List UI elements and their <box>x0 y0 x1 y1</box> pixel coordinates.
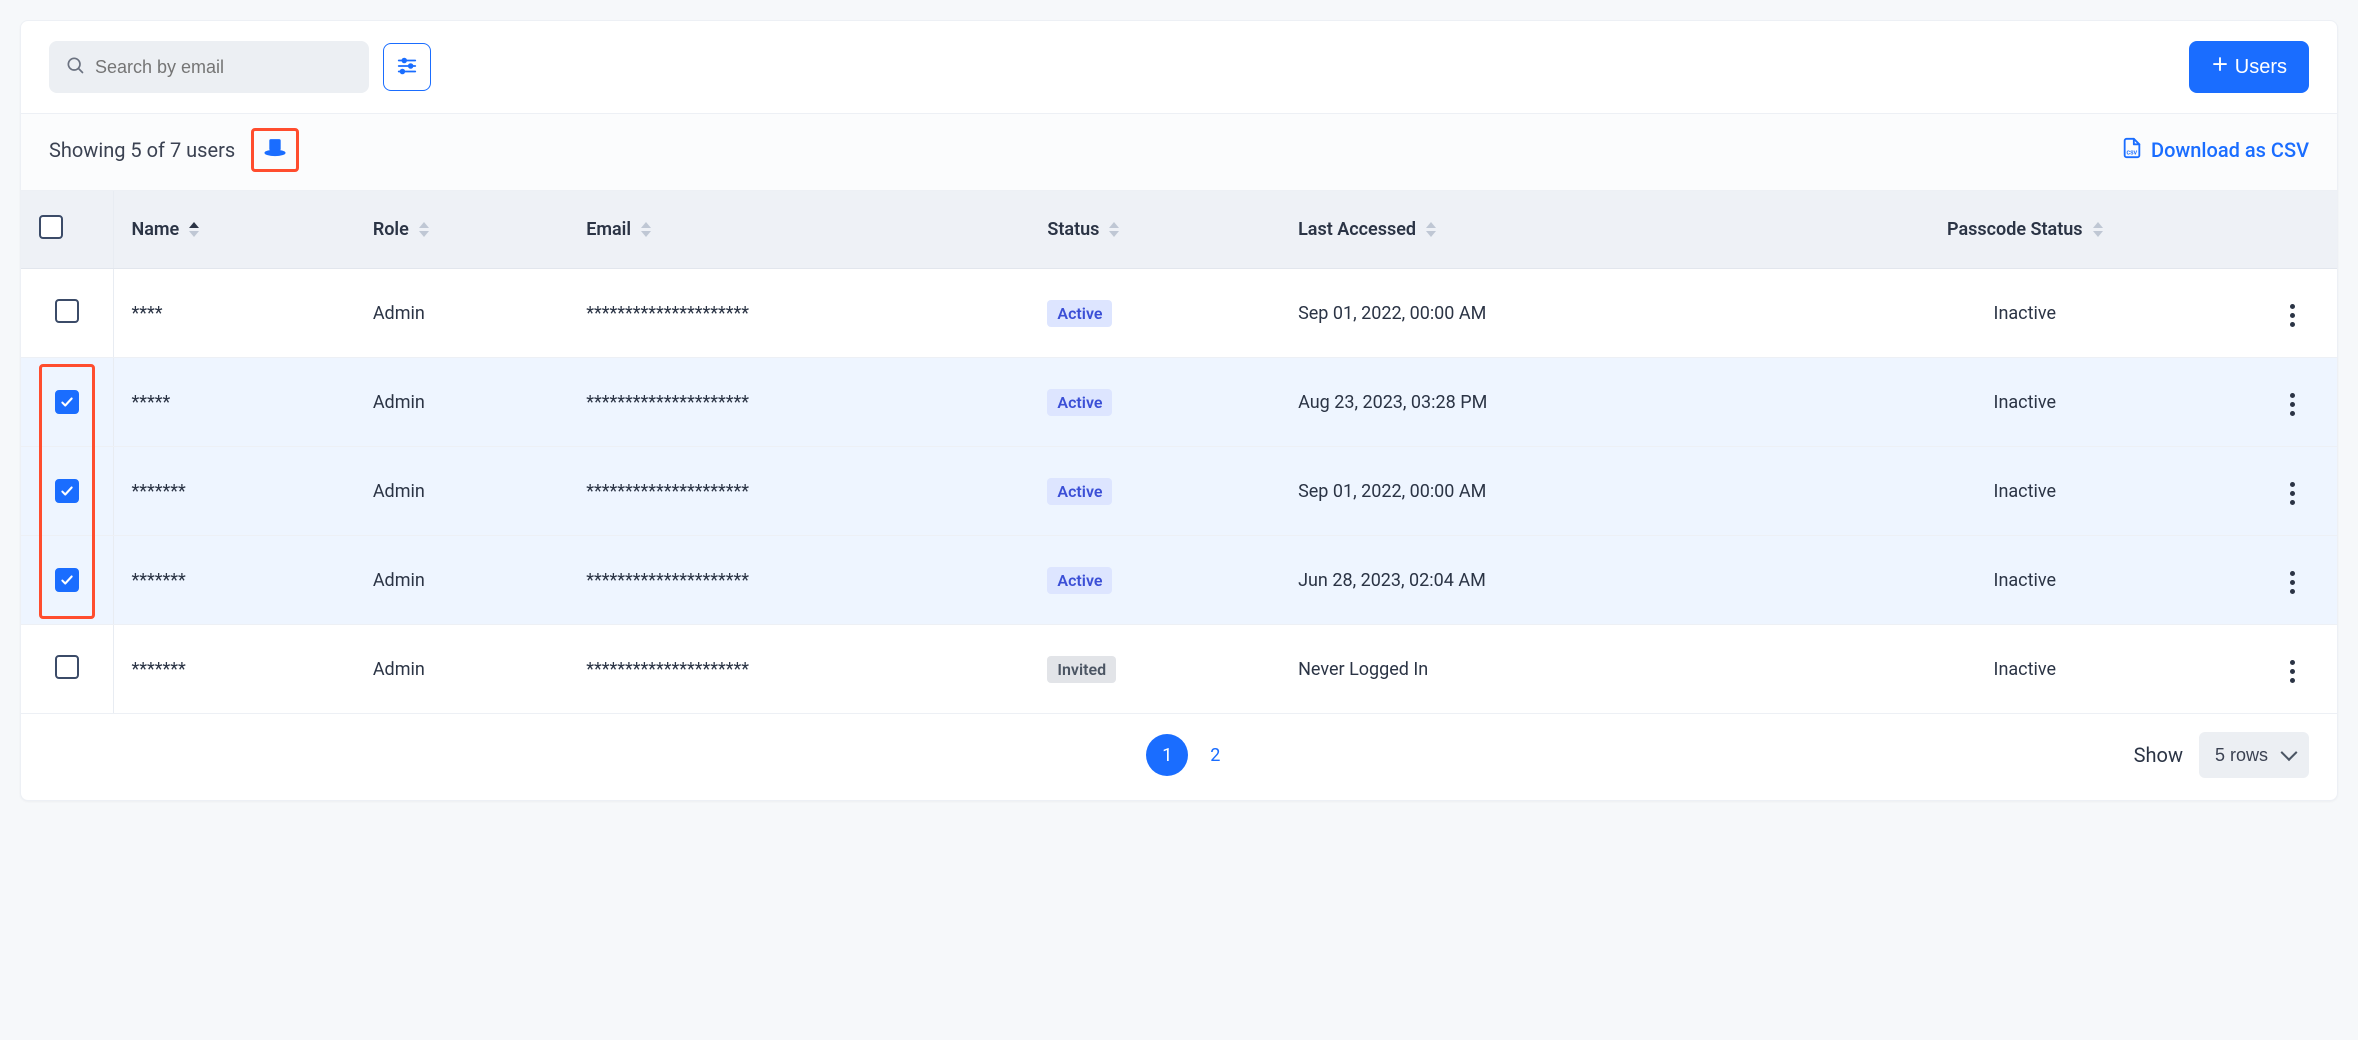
status-badge: Invited <box>1047 656 1116 683</box>
col-header-select <box>21 191 113 269</box>
annotation-box-icon <box>251 128 299 172</box>
row-actions-menu[interactable] <box>2284 565 2301 600</box>
plus-icon <box>2211 55 2229 79</box>
cell-email: ********************* <box>568 269 1029 358</box>
add-user-label: Users <box>2235 56 2287 79</box>
table-row: ****Admin********************* Active Sep … <box>21 269 2337 358</box>
cell-passcode-status: Inactive <box>1803 269 2247 358</box>
pagination: 12 <box>1146 734 1236 776</box>
search-wrap <box>49 41 369 93</box>
toolbar: Users <box>21 21 2337 113</box>
cell-email: ********************* <box>568 358 1029 447</box>
cell-name: ******* <box>113 447 355 536</box>
row-actions-menu[interactable] <box>2284 654 2301 689</box>
top-hat-icon[interactable] <box>262 135 288 165</box>
users-table: Name Role <box>21 191 2337 714</box>
search-input[interactable] <box>95 57 353 78</box>
table-row: *******Admin********************* Invited… <box>21 625 2337 714</box>
cell-email: ********************* <box>568 447 1029 536</box>
sort-icon <box>1426 222 1436 237</box>
table-row: *******Admin********************* Active S… <box>21 447 2337 536</box>
col-label-name: Name <box>132 219 180 240</box>
col-header-passcode[interactable]: Passcode Status <box>1803 191 2247 269</box>
download-csv-label: Download as CSV <box>2151 138 2309 162</box>
page-number[interactable]: 2 <box>1194 734 1236 776</box>
col-label-status: Status <box>1047 219 1099 240</box>
col-header-last-accessed[interactable]: Last Accessed <box>1280 191 1802 269</box>
col-header-role[interactable]: Role <box>355 191 568 269</box>
sort-icon <box>419 222 429 237</box>
cell-status: Invited <box>1029 625 1280 714</box>
table-footer: 12 Show 5 rows <box>21 714 2337 800</box>
status-badge: Active <box>1047 567 1112 594</box>
cell-name: ******* <box>113 625 355 714</box>
sliders-icon <box>396 55 418 80</box>
cell-last-accessed: Jun 28, 2023, 02:04 AM <box>1280 536 1802 625</box>
sort-icon <box>2093 222 2103 237</box>
col-label-passcode: Passcode Status <box>1947 219 2083 240</box>
cell-status: Active <box>1029 269 1280 358</box>
sort-icon <box>1109 222 1119 237</box>
cell-passcode-status: Inactive <box>1803 358 2247 447</box>
cell-last-accessed: Sep 01, 2022, 00:00 AM <box>1280 447 1802 536</box>
search-icon <box>65 55 85 79</box>
svg-text:CSV: CSV <box>2127 150 2138 156</box>
cell-email: ********************* <box>568 536 1029 625</box>
table-row: *****Admin********************* Active Aug… <box>21 358 2337 447</box>
col-header-email[interactable]: Email <box>568 191 1029 269</box>
cell-name: ******* <box>113 536 355 625</box>
row-actions-menu[interactable] <box>2284 387 2301 422</box>
col-label-last-accessed: Last Accessed <box>1298 219 1416 240</box>
row-checkbox[interactable] <box>55 655 79 679</box>
cell-last-accessed: Never Logged In <box>1280 625 1802 714</box>
cell-role: Admin <box>355 447 568 536</box>
cell-role: Admin <box>355 625 568 714</box>
col-header-name[interactable]: Name <box>113 191 355 269</box>
filter-button[interactable] <box>383 43 431 91</box>
add-user-button[interactable]: Users <box>2189 41 2309 93</box>
row-checkbox[interactable] <box>55 390 79 414</box>
status-badge: Active <box>1047 300 1112 327</box>
cell-status: Active <box>1029 536 1280 625</box>
cell-status: Active <box>1029 358 1280 447</box>
table-row: *******Admin********************* Active J… <box>21 536 2337 625</box>
col-header-status[interactable]: Status <box>1029 191 1280 269</box>
cell-passcode-status: Inactive <box>1803 447 2247 536</box>
cell-passcode-status: Inactive <box>1803 536 2247 625</box>
cell-name: **** <box>113 269 355 358</box>
download-csv-link[interactable]: CSV Download as CSV <box>2121 137 2309 164</box>
cell-passcode-status: Inactive <box>1803 625 2247 714</box>
status-badge: Active <box>1047 389 1112 416</box>
showing-count: Showing 5 of 7 users <box>49 138 235 162</box>
row-checkbox[interactable] <box>55 479 79 503</box>
row-checkbox[interactable] <box>55 568 79 592</box>
cell-last-accessed: Aug 23, 2023, 03:28 PM <box>1280 358 1802 447</box>
cell-role: Admin <box>355 358 568 447</box>
cell-status: Active <box>1029 447 1280 536</box>
cell-name: ***** <box>113 358 355 447</box>
users-card: Users Showing 5 of 7 users CSV Download … <box>20 20 2338 801</box>
col-label-role: Role <box>373 219 409 240</box>
page-number[interactable]: 1 <box>1146 734 1188 776</box>
select-all-checkbox[interactable] <box>39 215 63 239</box>
cell-last-accessed: Sep 01, 2022, 00:00 AM <box>1280 269 1802 358</box>
cell-email: ********************* <box>568 625 1029 714</box>
subbar: Showing 5 of 7 users CSV Download as CSV <box>21 113 2337 191</box>
cell-role: Admin <box>355 269 568 358</box>
col-label-email: Email <box>586 219 631 240</box>
row-actions-menu[interactable] <box>2284 298 2301 333</box>
sort-icon <box>189 222 199 237</box>
sort-icon <box>641 222 651 237</box>
rows-per-page: Show 5 rows <box>2134 732 2309 778</box>
row-checkbox[interactable] <box>55 299 79 323</box>
row-actions-menu[interactable] <box>2284 476 2301 511</box>
cell-role: Admin <box>355 536 568 625</box>
csv-file-icon: CSV <box>2121 137 2143 164</box>
show-label: Show <box>2134 743 2183 767</box>
status-badge: Active <box>1047 478 1112 505</box>
table-wrap: Name Role <box>21 191 2337 714</box>
rows-select[interactable]: 5 rows <box>2199 732 2309 778</box>
col-header-actions <box>2247 191 2337 269</box>
